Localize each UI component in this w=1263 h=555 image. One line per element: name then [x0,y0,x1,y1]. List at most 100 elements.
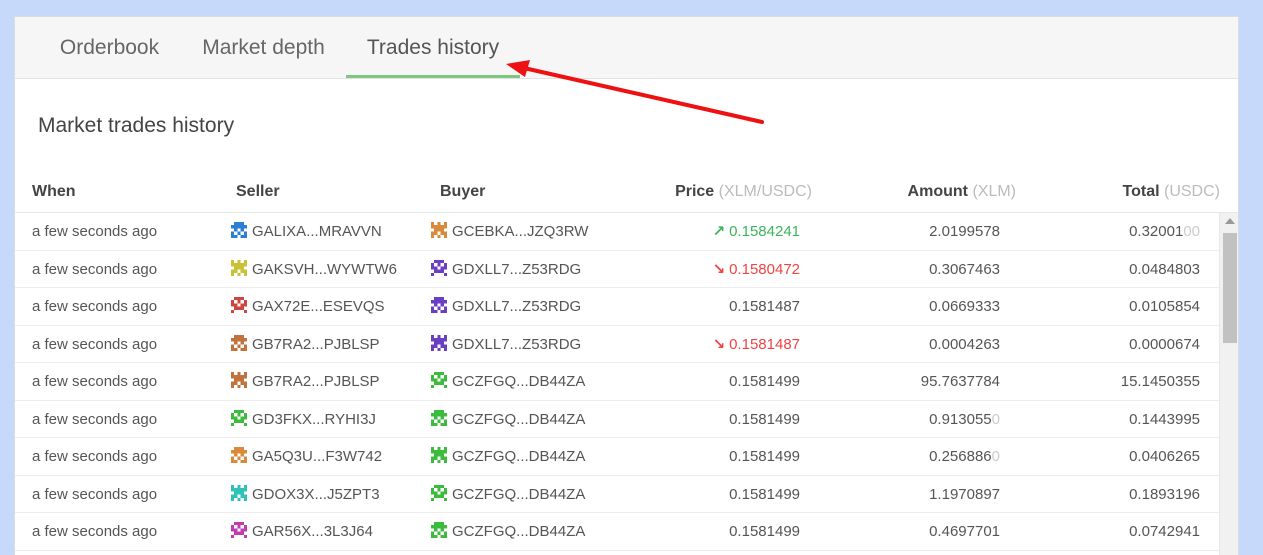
trade-total: 0.1443995 [1129,401,1200,438]
down-arrow-icon: ↘ [712,260,726,278]
seller-address[interactable]: GDOX3X...J5ZPT3 [252,486,380,503]
price-value: 0.1581499 [729,410,800,428]
column-price: Price (XLM/USDC) [675,183,812,201]
seller-account[interactable]: GAX72E...ESEVQS [231,288,385,325]
column-amount: Amount (XLM) [908,183,1016,201]
amount-value: 0.0669333 [929,298,1000,315]
trade-price: ↗ 0.1584241 [713,213,800,250]
trade-price: 0.1581499 [729,401,800,438]
trade-time: a few seconds ago [32,260,158,278]
buyer-address[interactable]: GDXLL7...Z53RDG [452,336,581,353]
trade-amount: 0.4697701 [929,513,1000,550]
seller-address[interactable]: GAR56X...3L3J64 [252,523,373,540]
seller-account[interactable]: GAKSVH...WYWTW6 [231,251,397,288]
price-value: 0.1584241 [729,223,800,240]
down-arrow-icon: ↘ [712,335,726,353]
amount-value: 0.3067463 [929,260,1000,278]
buyer-account[interactable]: GCZFGQ...DB44ZA [431,438,585,475]
buyer-address[interactable]: GCZFGQ...DB44ZA [452,373,585,390]
trade-time: a few seconds ago [32,223,158,240]
seller-address[interactable]: GAKSVH...WYWTW6 [252,261,397,278]
buyer-account[interactable]: GCZFGQ...DB44ZA [431,476,585,513]
total-value: 0.0105854 [1129,298,1200,315]
price-value: 0.1581499 [729,523,800,540]
seller-identicon-icon [231,440,247,463]
seller-identicon-icon [231,365,247,388]
trade-time: a few seconds ago [32,373,158,390]
trade-time: a few seconds ago [32,298,158,315]
buyer-identicon-icon [431,440,447,463]
scroll-thumb[interactable] [1223,233,1237,343]
tab-market-depth[interactable]: Market depth [191,17,336,78]
active-tab-indicator [346,75,520,78]
amount-value: 0.0004263 [929,335,1000,353]
buyer-account[interactable]: GCZFGQ...DB44ZA [431,513,585,550]
scroll-up-arrow-icon[interactable] [1225,218,1235,224]
buyer-account[interactable]: GDXLL7...Z53RDG [431,288,581,325]
buyer-identicon-icon [431,215,447,238]
price-value: 0.1580472 [729,260,800,278]
seller-address[interactable]: GA5Q3U...F3W742 [252,448,382,465]
total-value: 0.32001 [1129,223,1184,240]
seller-account[interactable]: GA5Q3U...F3W742 [231,438,382,475]
trade-total: 0.3200100 [1129,213,1200,250]
tab-trades-history[interactable]: Trades history [346,17,520,78]
amount-value: 1.1970897 [929,485,1000,503]
column-amount-label: Amount [907,183,968,200]
column-buyer: Buyer [440,183,486,200]
total-value: 0.0000674 [1129,335,1200,353]
total-value: 0.0484803 [1129,260,1200,278]
total-value: 0.1443995 [1129,410,1200,428]
seller-account[interactable]: GD3FKX...RYHI3J [231,401,376,438]
buyer-address[interactable]: GCZFGQ...DB44ZA [452,486,585,503]
trade-price: ↘ 0.1581487 [713,326,800,363]
trade-price: 0.1581487 [729,288,800,325]
column-total-label: Total [1122,183,1160,200]
buyer-address[interactable]: GCEBKA...JZQ3RW [452,223,588,240]
seller-identicon-icon [231,328,247,351]
trade-total: 0.0742941 [1129,513,1200,550]
seller-account[interactable]: GDOX3X...J5ZPT3 [231,476,380,513]
buyer-account[interactable]: GCZFGQ...DB44ZA [431,363,585,400]
buyer-account[interactable]: GCZFGQ...DB44ZA [431,401,585,438]
vertical-scrollbar[interactable] [1219,213,1238,555]
table-row: a few seconds ago GA5Q3U...F3W742 GCZFGQ… [15,438,1219,476]
buyer-address[interactable]: GDXLL7...Z53RDG [452,298,581,315]
tab-bar: Orderbook Market depth Trades history [15,17,1238,79]
seller-address[interactable]: GB7RA2...PJBLSP [252,373,380,390]
trade-time: a few seconds ago [32,410,158,428]
seller-identicon-icon [231,478,247,501]
buyer-account[interactable]: GDXLL7...Z53RDG [431,326,581,363]
amount-value: 95.7637784 [920,373,1000,390]
trade-time: a few seconds ago [32,485,158,503]
trade-price: 0.1581499 [729,363,800,400]
amount-value: 0.256886 [929,448,992,465]
seller-account[interactable]: GALIXA...MRAVVN [231,213,382,250]
trade-amount: 0.9130550 [929,401,1000,438]
buyer-address[interactable]: GCZFGQ...DB44ZA [452,448,585,465]
table-row: a few seconds ago GB7RA2...PJBLSP GDXLL7… [15,326,1219,363]
buyer-identicon-icon [431,403,447,426]
table-row: a few seconds ago GAR56X...3L3J64 GCZFGQ… [15,513,1219,551]
buyer-address[interactable]: GDXLL7...Z53RDG [452,261,581,278]
seller-account[interactable]: GAR56X...3L3J64 [231,513,373,550]
seller-address[interactable]: GB7RA2...PJBLSP [252,336,380,353]
buyer-account[interactable]: GCEBKA...JZQ3RW [431,213,588,250]
seller-account[interactable]: GB7RA2...PJBLSP [231,326,380,363]
trade-price: ↘ 0.1580472 [713,251,800,288]
table-row: a few seconds ago GALIXA...MRAVVN GCEBKA… [15,213,1219,251]
trade-time: a few seconds ago [32,335,158,353]
seller-address[interactable]: GAX72E...ESEVQS [252,298,385,315]
seller-address[interactable]: GALIXA...MRAVVN [252,223,382,240]
seller-account[interactable]: GB7RA2...PJBLSP [231,363,380,400]
buyer-address[interactable]: GCZFGQ...DB44ZA [452,411,585,428]
buyer-account[interactable]: GDXLL7...Z53RDG [431,251,581,288]
tab-orderbook[interactable]: Orderbook [37,17,182,78]
trade-amount: 1.1970897 [929,476,1000,513]
seller-address[interactable]: GD3FKX...RYHI3J [252,411,376,428]
buyer-address[interactable]: GCZFGQ...DB44ZA [452,523,585,540]
trades-table-body: a few seconds ago GALIXA...MRAVVN GCEBKA… [15,213,1219,551]
trade-time: a few seconds ago [32,523,158,540]
buyer-identicon-icon [431,328,447,351]
buyer-identicon-icon [431,478,447,501]
